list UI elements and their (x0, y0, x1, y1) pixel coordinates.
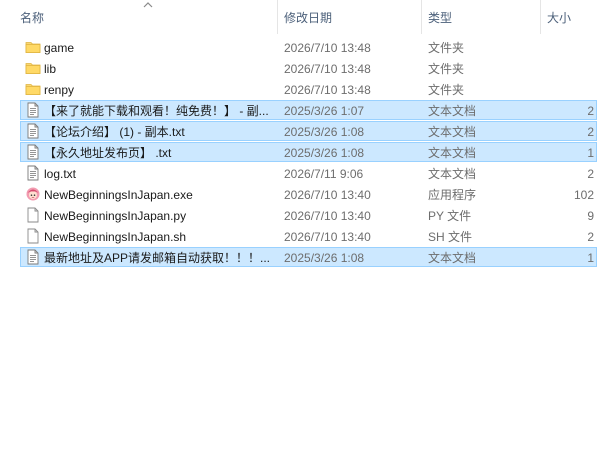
file-name: log.txt (44, 167, 77, 181)
column-header-date[interactable]: 修改日期 (280, 0, 420, 34)
column-header-type[interactable]: 类型 (424, 0, 538, 34)
file-list: game 2026/7/10 13:48 文件夹 lib 2026/7/10 13:48… (0, 37, 599, 268)
text-document-icon (25, 102, 41, 118)
file-type: PY 文件 (428, 209, 472, 223)
file-row[interactable]: log.txt 2026/7/11 9:06 文本文档 2 (0, 163, 599, 184)
file-type: 文件夹 (428, 62, 465, 76)
file-modified-date: 2026/7/11 9:06 (284, 167, 364, 181)
file-row[interactable]: NewBeginningsInJapan.py 2026/7/10 13:40 PY… (0, 205, 599, 226)
file-name: NewBeginningsInJapan.py (44, 209, 187, 223)
file-size: 2 (587, 125, 594, 139)
file-type: 文本文档 (428, 125, 477, 139)
file-size: 1 (587, 146, 594, 160)
file-modified-date: 2025/3/26 1:08 (284, 146, 365, 160)
file-type: SH 文件 (428, 230, 473, 244)
file-size: 102 (573, 188, 594, 202)
file-name: 【论坛介绍】 (1) - 副本.txt (44, 125, 185, 139)
file-row[interactable]: lib 2026/7/10 13:48 文件夹 (0, 58, 599, 79)
app-character-icon (25, 186, 41, 202)
file-size: 1 (587, 251, 594, 265)
file-modified-date: 2026/7/10 13:48 (284, 83, 371, 97)
file-type: 文本文档 (428, 167, 477, 181)
file-modified-date: 2025/3/26 1:07 (284, 104, 365, 118)
file-name: 【来了就能下载和观看！纯免费！】 - 副... (44, 104, 269, 118)
file-name: lib (44, 62, 57, 76)
folder-icon (25, 60, 41, 76)
file-name: NewBeginningsInJapan.sh (44, 230, 187, 244)
file-name: renpy (44, 83, 75, 97)
text-document-icon (25, 123, 41, 139)
file-modified-date: 2025/3/26 1:08 (284, 125, 365, 139)
file-row[interactable]: 【来了就能下载和观看！纯免费！】 - 副... 2025/3/26 1:07 文本文… (0, 100, 599, 121)
file-type: 应用程序 (428, 188, 477, 202)
file-modified-date: 2026/7/10 13:40 (284, 188, 371, 202)
file-row[interactable]: 【论坛介绍】 (1) - 副本.txt 2025/3/26 1:08 文本文档 2 (0, 121, 599, 142)
column-header-size[interactable]: 大小 (543, 0, 599, 34)
file-row[interactable]: 【永久地址发布页】 .txt 2025/3/26 1:08 文本文档 1 (0, 142, 599, 163)
file-row[interactable]: NewBeginningsInJapan.exe 2026/7/10 13:40 应… (0, 184, 599, 205)
file-modified-date: 2026/7/10 13:40 (284, 209, 371, 223)
folder-icon (25, 39, 41, 55)
file-modified-date: 2026/7/10 13:40 (284, 230, 371, 244)
file-row[interactable]: NewBeginningsInJapan.sh 2026/7/10 13:40 SH… (0, 226, 599, 247)
file-size (548, 37, 594, 58)
file-size (548, 58, 594, 79)
text-document-icon (25, 165, 41, 181)
file-size: 2 (587, 104, 594, 118)
file-row[interactable]: 最新地址及APP请发邮箱自动获取！！！... 2025/3/26 1:08 文本文档… (0, 247, 599, 268)
folder-icon (25, 81, 41, 97)
file-size: 9 (587, 209, 594, 223)
blank-file-icon (25, 207, 41, 223)
file-size: 2 (587, 230, 594, 244)
file-type: 文件夹 (428, 41, 465, 55)
column-divider[interactable] (277, 0, 278, 34)
blank-file-icon (25, 228, 41, 244)
text-document-icon (25, 249, 41, 265)
file-modified-date: 2026/7/10 13:48 (284, 41, 371, 55)
file-name: game (44, 41, 75, 55)
file-type: 文件夹 (428, 83, 465, 97)
file-modified-date: 2026/7/10 13:48 (284, 62, 371, 76)
file-modified-date: 2025/3/26 1:08 (284, 251, 365, 265)
file-name: NewBeginningsInJapan.exe (44, 188, 193, 202)
file-size (548, 79, 594, 100)
file-row[interactable]: renpy 2026/7/10 13:48 文件夹 (0, 79, 599, 100)
column-header-bar: 名称 修改日期 类型 大小 (0, 0, 599, 34)
file-name: 【永久地址发布页】 .txt (44, 146, 172, 160)
file-size: 2 (587, 167, 594, 181)
file-type: 文本文档 (428, 251, 477, 265)
column-divider[interactable] (540, 0, 541, 34)
file-row[interactable]: game 2026/7/10 13:48 文件夹 (0, 37, 599, 58)
text-document-icon (25, 144, 41, 160)
file-type: 文本文档 (428, 146, 477, 160)
column-divider[interactable] (421, 0, 422, 34)
file-name: 最新地址及APP请发邮箱自动获取！！！... (44, 251, 271, 265)
sort-up-chevron-icon (143, 2, 153, 8)
file-type: 文本文档 (428, 104, 477, 118)
